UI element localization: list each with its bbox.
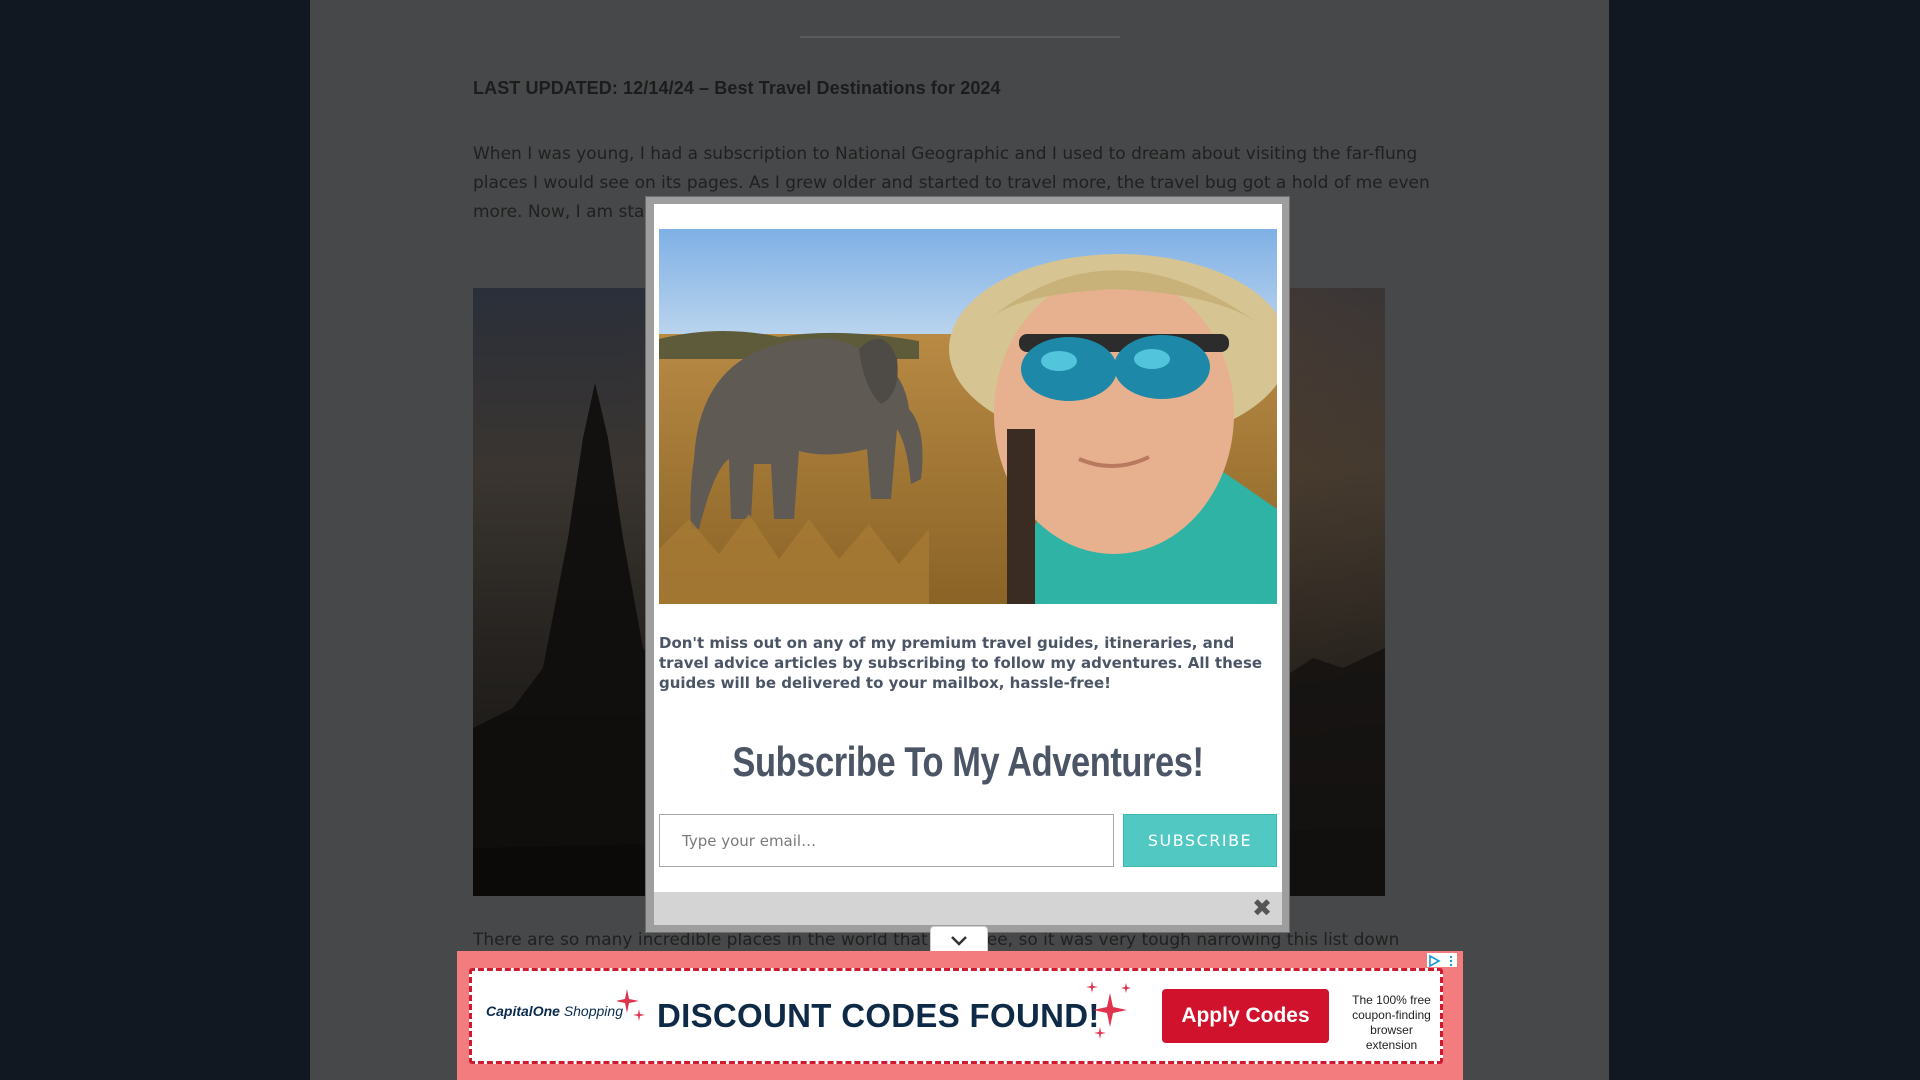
adchoices-icon[interactable] bbox=[1427, 954, 1457, 968]
ad-side-text: The 100% free coupon-finding browser ext… bbox=[1352, 993, 1431, 1052]
ad-card[interactable]: CapitalOne Shopping DISCOUNT CODES FOUND… bbox=[469, 968, 1443, 1064]
apply-codes-button[interactable]: Apply Codes bbox=[1162, 989, 1329, 1043]
subscribe-button[interactable]: SUBSCRIBE bbox=[1123, 814, 1277, 867]
chevron-down-icon bbox=[951, 936, 967, 946]
sparkle-icon bbox=[617, 989, 645, 1021]
modal-description: Don't miss out on any of my premium trav… bbox=[659, 634, 1263, 692]
close-icon[interactable]: ✖ bbox=[1247, 893, 1277, 923]
modal-photo bbox=[659, 229, 1277, 604]
elephant-selfie-illustration bbox=[659, 229, 1277, 604]
ad-controls[interactable] bbox=[1427, 953, 1457, 968]
modal-heading: Subscribe To My Adventures! bbox=[732, 738, 1204, 785]
capital-one-shopping-logo: CapitalOne Shopping bbox=[486, 1003, 623, 1019]
subscribe-modal: Don't miss out on any of my premium trav… bbox=[654, 204, 1282, 925]
last-updated-heading: LAST UPDATED: 12/14/24 – Best Travel Des… bbox=[473, 78, 1001, 98]
email-field[interactable] bbox=[659, 814, 1114, 867]
ad-collapse-button[interactable] bbox=[930, 926, 988, 953]
ad-headline: DISCOUNT CODES FOUND! bbox=[657, 997, 1100, 1034]
modal-footer: ✖ bbox=[654, 892, 1282, 925]
logo-brand-text: Capital bbox=[486, 1003, 533, 1019]
logo-product-text: Shopping bbox=[563, 1003, 623, 1019]
bottom-ad-banner[interactable]: CapitalOne Shopping DISCOUNT CODES FOUND… bbox=[457, 951, 1463, 1080]
logo-brand-rest-text: One bbox=[532, 1003, 560, 1019]
divider bbox=[800, 36, 1120, 38]
sparkle-icon bbox=[1086, 981, 1131, 1039]
